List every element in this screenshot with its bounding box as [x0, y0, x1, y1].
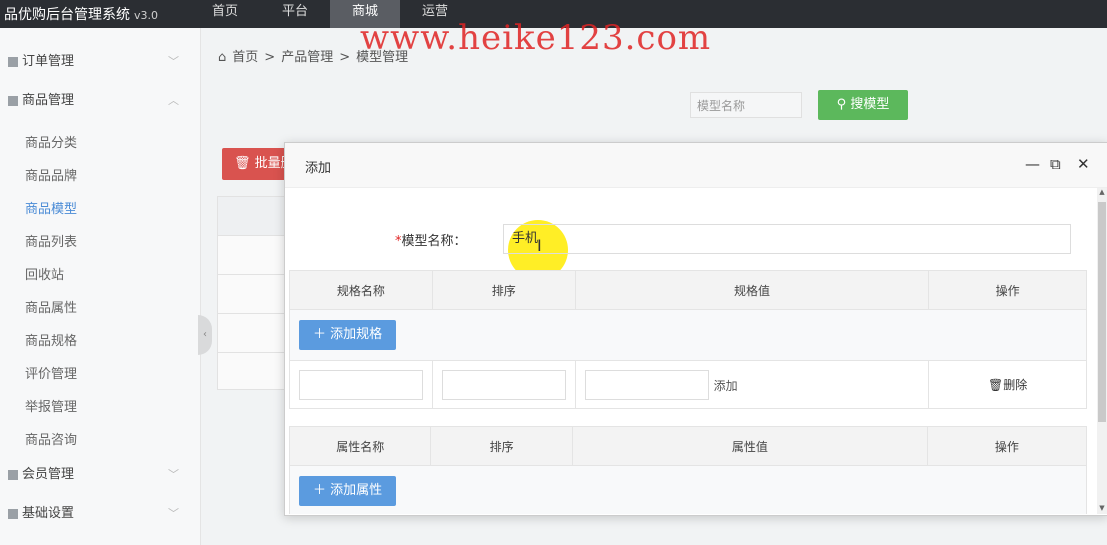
model-name-label: *模型名称：: [395, 230, 467, 249]
spec-name-input[interactable]: [299, 369, 423, 400]
sidebar-item-reviews[interactable]: 评价管理: [25, 363, 77, 382]
spec-order-cell: [431, 360, 576, 409]
trash-icon: 🗑: [234, 156, 255, 171]
chevron-down-icon: ﹀: [168, 55, 179, 68]
sidebar-item-reports[interactable]: 举报管理: [25, 396, 77, 415]
attr-header-values: 属性值: [571, 426, 928, 466]
breadcrumb-separator: >: [339, 50, 351, 65]
home-icon: ⌂: [218, 50, 227, 65]
spec-header-values: 规格值: [574, 270, 930, 310]
menu-square-icon: [8, 57, 18, 67]
minimize-icon[interactable]: —: [1025, 155, 1040, 173]
attr-toolbar-row: ＋ 添加属性: [289, 465, 1087, 514]
attr-table: 属性名称 排序 属性值 操作 ＋ 添加属性: [288, 426, 1088, 514]
spec-header-actions: 操作: [928, 270, 1087, 310]
sidebar-group-label: 订单管理: [22, 54, 75, 69]
sidebar-group-orders[interactable]: 订单管理 ﹀: [0, 45, 200, 79]
search-model-button[interactable]: ⚲ 搜模型: [818, 90, 908, 120]
breadcrumb-separator: >: [264, 50, 276, 65]
app-version: v3.0: [134, 9, 159, 22]
sidebar-group-members[interactable]: 会员管理 ﹀: [0, 458, 200, 492]
scrollbar-thumb[interactable]: [1098, 202, 1106, 422]
table-row: [218, 275, 288, 314]
table-row: [218, 197, 288, 236]
close-icon[interactable]: ✕: [1077, 155, 1090, 173]
dialog-body: *模型名称： 手机 I 规格名称 排序 规格值 操作 ＋ 添加规格 添加 🗑删除…: [285, 188, 1107, 514]
sidebar-item-category[interactable]: 商品分类: [25, 132, 77, 151]
search-button-label: 搜模型: [850, 97, 890, 112]
scroll-up-icon[interactable]: ▲: [1097, 188, 1107, 198]
delete-label: 删除: [1003, 378, 1028, 392]
model-search-input[interactable]: 模型名称: [690, 92, 802, 118]
sidebar-collapse-handle[interactable]: ‹: [198, 315, 212, 355]
menu-square-icon: [8, 470, 18, 480]
spec-delete-button[interactable]: 🗑删除: [928, 360, 1087, 409]
spec-name-cell: [289, 360, 433, 409]
spec-row: 添加 🗑删除: [289, 360, 1087, 409]
add-model-dialog: 添加 — ⧉ ✕ *模型名称： 手机 I 规格名称 排序 规格值 操作 ＋ 添加…: [284, 142, 1107, 516]
sidebar-item-brand[interactable]: 商品品牌: [25, 165, 77, 184]
dialog-scrollbar[interactable]: ▲ ▼: [1097, 188, 1107, 514]
breadcrumb-home[interactable]: 首页: [232, 50, 258, 65]
menu-square-icon: [8, 509, 18, 519]
sidebar-item-attributes[interactable]: 商品属性: [25, 297, 77, 316]
spec-value-input[interactable]: [584, 369, 709, 400]
text-cursor-icon: I: [537, 236, 542, 255]
sidebar: 订单管理 ﹀ 商品管理 ︿ 商品分类 商品品牌 商品模型 商品列表 回收站 商品…: [0, 28, 201, 545]
sidebar-group-settings[interactable]: 基础设置 ﹀: [0, 497, 200, 531]
add-spec-label: 添加规格: [330, 327, 383, 342]
batch-delete-label: 批量删除: [254, 156, 286, 171]
chevron-up-icon: ︿: [168, 94, 179, 107]
add-spec-button[interactable]: ＋ 添加规格: [299, 320, 397, 350]
sidebar-item-recycle[interactable]: 回收站: [25, 264, 64, 283]
spec-toolbar-row: ＋ 添加规格: [289, 309, 1087, 361]
model-name-input[interactable]: 手机: [503, 224, 1071, 254]
model-name-label-text: 模型名称：: [401, 234, 467, 249]
sidebar-item-model[interactable]: 商品模型: [25, 198, 77, 217]
maximize-icon[interactable]: ⧉: [1050, 155, 1061, 173]
add-attr-label: 添加属性: [330, 483, 383, 498]
dialog-title: 添加: [305, 161, 332, 176]
topnav-home[interactable]: 首页: [190, 0, 260, 28]
menu-square-icon: [8, 96, 18, 106]
sidebar-item-specs[interactable]: 商品规格: [25, 330, 77, 349]
dialog-header: 添加 — ⧉ ✕: [285, 143, 1107, 188]
breadcrumb-product-mgmt[interactable]: 产品管理: [281, 50, 333, 65]
plus-icon: ＋: [313, 483, 331, 498]
table-row: [218, 314, 288, 353]
topnav-platform[interactable]: 平台: [260, 0, 330, 28]
sidebar-group-label: 商品管理: [22, 93, 75, 108]
trash-icon: 🗑: [988, 378, 1004, 392]
add-attr-button[interactable]: ＋ 添加属性: [299, 476, 397, 506]
attr-header-actions: 操作: [926, 426, 1088, 466]
spec-order-input[interactable]: [441, 369, 566, 400]
chevron-down-icon: ﹀: [168, 468, 179, 481]
batch-delete-button[interactable]: 🗑 批量删除: [222, 148, 286, 180]
chevron-down-icon: ﹀: [168, 507, 179, 520]
table-row: [218, 236, 288, 275]
add-spec-value-link[interactable]: 添加: [714, 377, 738, 394]
spec-values-cell: 添加: [574, 360, 930, 409]
spec-table: 规格名称 排序 规格值 操作 ＋ 添加规格 添加 🗑删除: [289, 270, 1087, 409]
watermark: www.heike123.com: [360, 18, 712, 58]
scroll-down-icon[interactable]: ▼: [1097, 504, 1107, 514]
plus-icon: ＋: [313, 327, 331, 342]
model-table: [217, 196, 289, 390]
sidebar-item-inquiries[interactable]: 商品咨询: [25, 429, 77, 448]
sidebar-item-goods-list[interactable]: 商品列表: [25, 231, 77, 250]
app-title: 品优购后台管理系统 v3.0: [4, 4, 158, 24]
sidebar-group-goods[interactable]: 商品管理 ︿: [0, 84, 200, 118]
app-title-text: 品优购后台管理系统: [4, 7, 130, 23]
sidebar-group-label: 基础设置: [22, 506, 75, 521]
sidebar-group-label: 会员管理: [22, 467, 75, 482]
attr-header-name: 属性名称: [288, 426, 432, 466]
spec-header-order: 排序: [431, 270, 576, 310]
search-icon: ⚲: [836, 97, 851, 112]
attr-header-order: 排序: [430, 426, 573, 466]
spec-header-name: 规格名称: [289, 270, 433, 310]
